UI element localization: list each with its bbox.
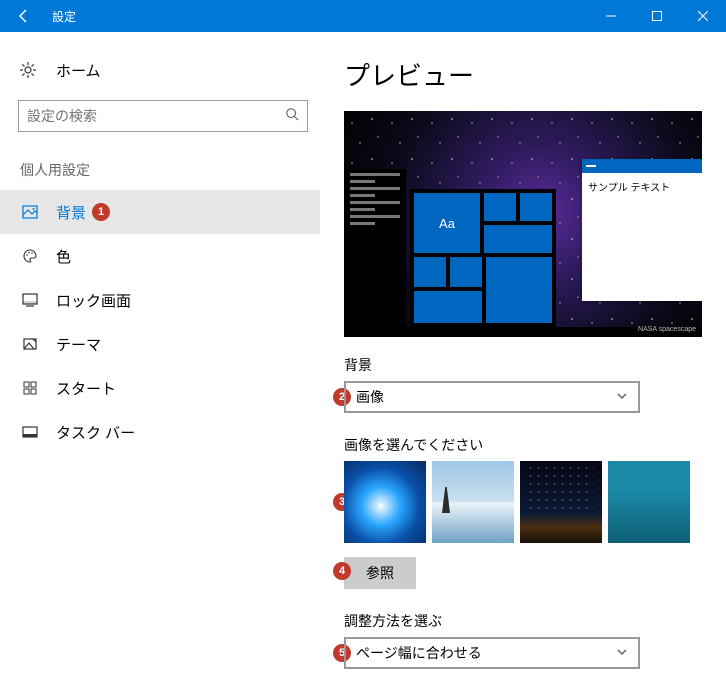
search-box[interactable] [18, 100, 308, 132]
palette-icon [20, 248, 40, 264]
fit-label: 調整方法を選ぶ [344, 611, 708, 631]
sidebar-item-label: ロック画面 [56, 290, 131, 311]
sidebar-item-label: 色 [56, 246, 71, 267]
preview-sample-window: サンプル テキスト [582, 159, 702, 301]
titlebar: 設定 [0, 0, 726, 32]
sidebar-item-colors[interactable]: 色 [0, 234, 320, 278]
back-button[interactable] [0, 0, 48, 32]
sidebar-item-taskbar[interactable]: タスク バー [0, 410, 320, 454]
browse-button[interactable]: 参照 [344, 557, 416, 589]
background-value: 画像 [356, 387, 384, 407]
background-label: 背景 [344, 355, 708, 375]
sidebar-item-label: タスク バー [56, 422, 135, 443]
fit-dropdown[interactable]: ページ幅に合わせる [344, 637, 640, 669]
sidebar-item-lockscreen[interactable]: ロック画面 [0, 278, 320, 322]
image-thumbnails: 3 [344, 461, 708, 543]
taskbar-icon [20, 424, 40, 440]
preview-heading: プレビュー [344, 56, 708, 93]
sidebar-item-background[interactable]: 背景 1 [0, 190, 320, 234]
chevron-down-icon [616, 645, 628, 661]
annotation-badge-4: 4 [333, 562, 351, 580]
thumbnail-3[interactable] [520, 461, 602, 543]
sidebar-group-label: 個人用設定 [0, 138, 320, 190]
lockscreen-icon [20, 292, 40, 308]
maximize-button[interactable] [634, 0, 680, 32]
sidebar-item-themes[interactable]: テーマ [0, 322, 320, 366]
choose-image-label: 画像を選んでください [344, 435, 708, 455]
sidebar-item-label: 背景 [56, 202, 86, 223]
minimize-button[interactable] [588, 0, 634, 32]
fit-value: ページ幅に合わせる [356, 643, 482, 663]
preview-watermark: NASA spacescape [638, 326, 696, 333]
sidebar-item-label: スタート [56, 378, 116, 399]
search-input[interactable] [27, 108, 285, 124]
preview-action-center [344, 169, 406, 327]
thumbnail-4[interactable] [608, 461, 690, 543]
desktop-preview: Aa サンプル テキスト NASA spacescape [344, 111, 702, 337]
thumbnail-2[interactable] [432, 461, 514, 543]
home-label: ホーム [56, 60, 101, 81]
chevron-down-icon [616, 389, 628, 405]
gear-icon [20, 62, 40, 78]
preview-aa-tile: Aa [414, 193, 480, 253]
close-button[interactable] [680, 0, 726, 32]
preview-start-menu: Aa [410, 189, 556, 327]
background-dropdown[interactable]: 画像 [344, 381, 640, 413]
window-title: 設定 [48, 8, 588, 25]
home-link[interactable]: ホーム [0, 50, 320, 90]
sidebar-item-label: テーマ [56, 334, 101, 355]
preview-sample-text: サンプル テキスト [582, 173, 702, 301]
sidebar: ホーム 個人用設定 背景 1 色 ロック画面 [0, 32, 320, 686]
search-icon [285, 107, 299, 126]
main-panel: プレビュー Aa サンプル テキスト [320, 32, 726, 686]
picture-icon [20, 204, 40, 220]
theme-icon [20, 336, 40, 352]
start-icon [20, 380, 40, 396]
thumbnail-1[interactable] [344, 461, 426, 543]
annotation-badge-1: 1 [92, 203, 110, 221]
sidebar-item-start[interactable]: スタート [0, 366, 320, 410]
